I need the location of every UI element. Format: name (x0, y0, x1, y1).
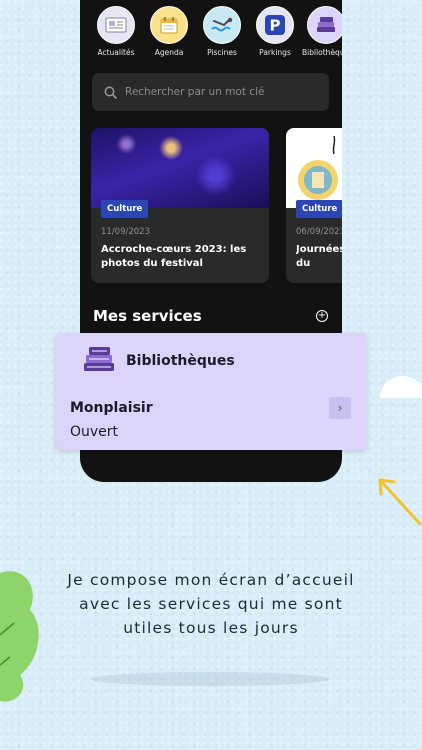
search-icon (104, 86, 117, 99)
shortcut-actualites[interactable]: Actualités (88, 6, 144, 57)
shortcut-label: Actualités (97, 48, 135, 57)
shortcut-label: Parkings (259, 48, 291, 57)
news-image: Culture (286, 128, 342, 218)
svg-text:P: P (270, 17, 281, 35)
news-date: 06/09/2023 (296, 227, 342, 237)
news-date: 11/09/2023 (101, 227, 150, 237)
shortcut-agenda[interactable]: Agenda (141, 6, 197, 57)
add-service-button[interactable]: + (316, 310, 328, 322)
section-title: Mes services (93, 307, 202, 325)
library-service-card[interactable]: Bibliothèques Monplaisir Ouvert › (56, 333, 366, 450)
shortcut-parkings[interactable]: P Parkings (247, 6, 303, 57)
swimming-icon (203, 6, 241, 44)
shortcut-label: Agenda (154, 48, 184, 57)
news-card[interactable]: Culture 11/09/2023 Accroche-cœurs 2023: … (91, 128, 269, 283)
caption-line: Je compose mon écran d’accueil (67, 571, 355, 589)
parking-icon: P (256, 6, 294, 44)
chevron-right-icon: › (337, 401, 343, 415)
cloud-decoration (380, 376, 422, 398)
caption-line: avec les services qui me sont (79, 595, 343, 613)
caption-line: utiles tous les jours (123, 619, 299, 637)
location-name: Monplaisir (70, 400, 153, 416)
calendar-icon (150, 6, 188, 44)
open-details-button[interactable]: › (329, 397, 351, 419)
shortcut-piscines[interactable]: Piscines (194, 6, 250, 57)
arrow-decoration (378, 478, 422, 526)
shortcut-label: Bibliothèques (302, 48, 342, 57)
ground-shadow (90, 672, 330, 686)
search-bar[interactable] (92, 73, 329, 111)
shortcut-bibliotheques[interactable]: Bibliothèques (300, 6, 342, 57)
marketing-caption: Je compose mon écran d’accueil avec les … (0, 568, 422, 640)
news-image: Culture (91, 128, 269, 218)
search-input[interactable] (125, 86, 315, 98)
shortcut-bar: Actualités Agenda Piscines P Parkings Bi… (80, 0, 342, 64)
plus-icon: + (317, 310, 327, 321)
category-badge: Culture (101, 200, 149, 218)
category-badge: Culture (296, 200, 342, 218)
news-title: Accroche-cœurs 2023: les photos du festi… (101, 244, 247, 269)
books-icon (307, 6, 342, 44)
service-name: Bibliothèques (126, 353, 235, 369)
opening-status: Ouvert (70, 424, 119, 440)
shortcut-label: Piscines (207, 48, 237, 57)
news-card[interactable]: Culture 06/09/2023 Journées du patrimoin… (286, 128, 342, 283)
books-icon (84, 347, 114, 371)
news-title: Journées du patrimoine (296, 244, 342, 269)
newspaper-icon (97, 6, 135, 44)
